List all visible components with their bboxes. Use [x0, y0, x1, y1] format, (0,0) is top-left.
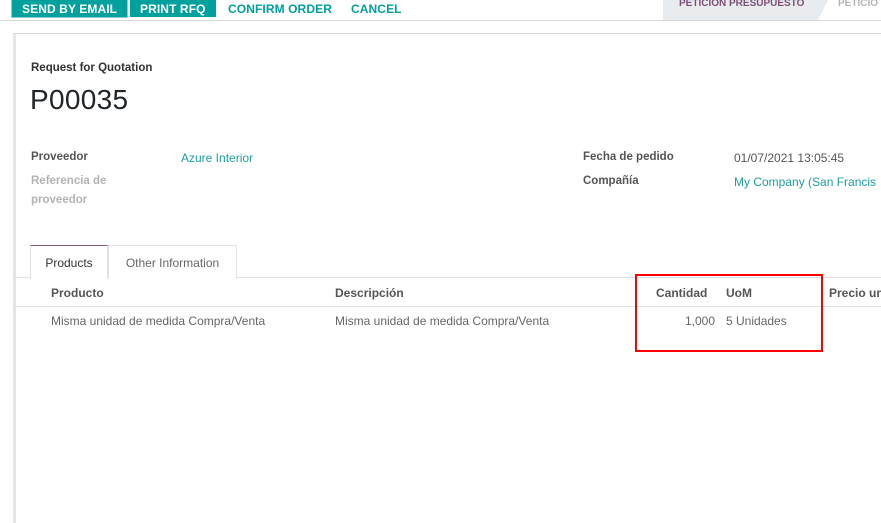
referencia-proveedor-label: Referencia de proveedor	[31, 175, 107, 206]
document-number: P00035	[30, 84, 129, 115]
column-header-uom[interactable]: UoM	[726, 286, 752, 300]
tab-other-information[interactable]: Other Information	[108, 245, 237, 278]
status-step-next[interactable]: Peticio	[838, 0, 878, 20]
compania-value-link[interactable]: My Company (San Francis	[734, 175, 876, 189]
confirm-order-button[interactable]: Confirm Order	[228, 0, 332, 18]
order-lines-header: Producto Descripción Cantidad UoM Precio…	[13, 278, 881, 307]
cancel-button[interactable]: Cancel	[351, 0, 402, 18]
column-header-cantidad[interactable]: Cantidad	[656, 286, 707, 300]
table-row[interactable]: Misma unidad de medida Compra/Venta Mism…	[13, 307, 881, 335]
cell-cantidad[interactable]: 1,000	[685, 314, 715, 328]
print-rfq-button[interactable]: Print RFQ	[130, 0, 216, 17]
fecha-pedido-label: Fecha de pedido	[583, 151, 674, 163]
cell-uom[interactable]: 5 Unidades	[726, 314, 787, 328]
proveedor-value-link[interactable]: Azure Interior	[181, 151, 253, 165]
column-header-producto[interactable]: Producto	[51, 286, 104, 300]
status-step-peticion-presupuesto[interactable]: Peticion Presupuesto	[663, 0, 828, 20]
compania-label: Compañía	[583, 175, 639, 187]
column-header-precio-unitario[interactable]: Precio un	[829, 286, 881, 300]
cell-descripcion[interactable]: Misma unidad de medida Compra/Venta	[335, 314, 549, 328]
document-type-label: Request for Quotation	[31, 62, 153, 74]
notebook-tabs: Products Other Information	[13, 244, 881, 279]
column-header-descripcion[interactable]: Descripción	[335, 286, 404, 300]
send-by-email-button[interactable]: Send by Email	[12, 0, 128, 17]
fecha-pedido-value[interactable]: 01/07/2021 13:05:45	[734, 151, 844, 165]
cell-producto[interactable]: Misma unidad de medida Compra/Venta	[51, 314, 265, 328]
referencia-proveedor-input[interactable]	[181, 172, 381, 190]
control-panel: Send by Email Print RFQ Confirm Order Ca…	[0, 0, 881, 21]
proveedor-label: Proveedor	[31, 151, 88, 163]
tab-products[interactable]: Products	[30, 245, 108, 279]
